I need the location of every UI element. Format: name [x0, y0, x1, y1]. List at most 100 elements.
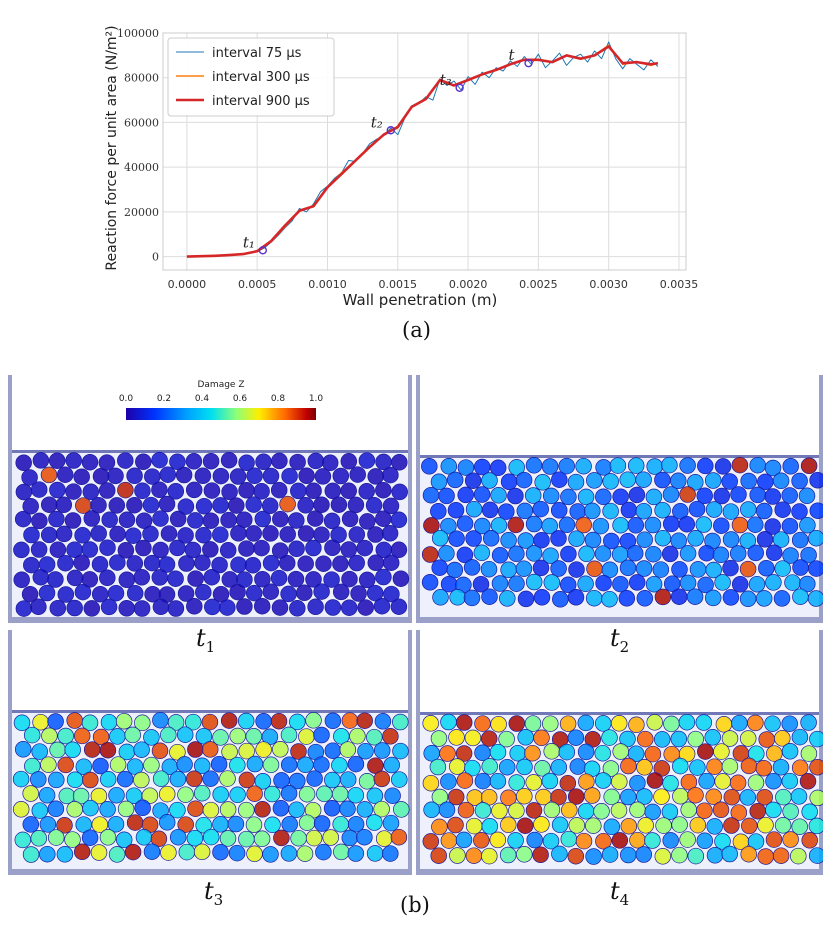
particle — [749, 802, 766, 820]
particle — [323, 512, 341, 530]
particle — [49, 599, 67, 617]
particle — [347, 845, 365, 862]
particle — [384, 787, 401, 804]
particle — [297, 497, 314, 514]
particle — [473, 832, 490, 849]
particle — [55, 496, 73, 514]
particle — [602, 473, 619, 490]
particle — [550, 502, 568, 519]
particle — [474, 772, 492, 790]
particle — [349, 466, 366, 483]
particle — [187, 512, 204, 529]
particle — [15, 600, 33, 617]
particle — [38, 786, 56, 804]
particle — [594, 744, 611, 762]
force-chart: 0.0000 0.0005 0.0010 0.0015 0.0020 0.0025 0.00… — [104, 25, 698, 309]
particle — [448, 729, 465, 746]
particle — [126, 814, 144, 831]
particle — [373, 597, 391, 615]
particle — [558, 457, 575, 475]
particle — [262, 583, 280, 600]
particle — [253, 539, 270, 557]
particle — [481, 847, 498, 865]
particle — [324, 742, 342, 759]
particle — [782, 458, 799, 475]
particle — [22, 816, 40, 833]
particle — [290, 482, 307, 500]
particle — [773, 590, 791, 607]
particle — [541, 458, 559, 475]
y-tick-label: 60000 — [124, 116, 159, 129]
particle — [229, 583, 246, 601]
particle — [723, 788, 741, 806]
particle — [126, 467, 143, 485]
particle — [57, 586, 75, 603]
particle — [654, 501, 671, 519]
particle — [440, 773, 457, 790]
moving-wall — [12, 450, 408, 453]
particle — [609, 457, 627, 474]
particle — [790, 788, 808, 805]
particle — [280, 845, 298, 862]
particle — [731, 456, 749, 474]
particle — [298, 785, 316, 803]
y-tick-label: 80000 — [124, 72, 159, 85]
particle — [212, 497, 229, 514]
particle — [491, 575, 509, 592]
particle — [481, 472, 498, 489]
particle — [32, 568, 50, 586]
particle — [507, 516, 525, 534]
particle — [64, 741, 81, 759]
particle — [313, 726, 330, 744]
particle — [324, 712, 342, 730]
particle — [620, 757, 637, 775]
particle — [508, 545, 525, 563]
particle — [714, 773, 731, 790]
particle — [533, 816, 550, 833]
particle — [135, 829, 153, 846]
particle — [809, 789, 823, 807]
x-tick-label: 0.0015 — [379, 278, 418, 291]
x-axis-label: Wall penetration (m) — [343, 291, 498, 309]
particle — [347, 755, 365, 773]
particle — [55, 525, 73, 543]
particle — [611, 773, 628, 790]
particle — [40, 496, 58, 513]
particle — [48, 510, 65, 528]
particle — [109, 525, 126, 543]
particle — [697, 457, 714, 475]
container-floor — [8, 617, 412, 623]
particle — [47, 829, 65, 846]
particle — [474, 802, 492, 819]
x-tick-label: 0.0010 — [308, 278, 347, 291]
particle — [559, 715, 577, 732]
particle — [82, 771, 99, 789]
particle — [499, 846, 517, 864]
particle — [516, 787, 533, 805]
particle — [348, 554, 365, 572]
particle — [366, 814, 383, 831]
particle — [306, 770, 323, 787]
particle — [313, 815, 331, 832]
particle — [473, 544, 491, 562]
particle — [533, 729, 550, 747]
particle — [446, 561, 464, 579]
particle — [116, 770, 134, 788]
particle — [525, 802, 543, 819]
particle — [739, 789, 757, 806]
particle — [695, 516, 713, 533]
particle — [508, 774, 525, 791]
particle — [577, 714, 595, 732]
particle — [594, 715, 612, 732]
particle — [808, 529, 823, 547]
particle — [30, 598, 47, 616]
particle — [661, 803, 679, 820]
particle — [764, 488, 782, 505]
particle — [490, 715, 507, 733]
particle — [689, 759, 706, 776]
particle — [341, 829, 359, 847]
particle — [48, 771, 65, 789]
particle — [169, 770, 187, 788]
particle — [575, 516, 592, 534]
particle — [465, 500, 483, 518]
